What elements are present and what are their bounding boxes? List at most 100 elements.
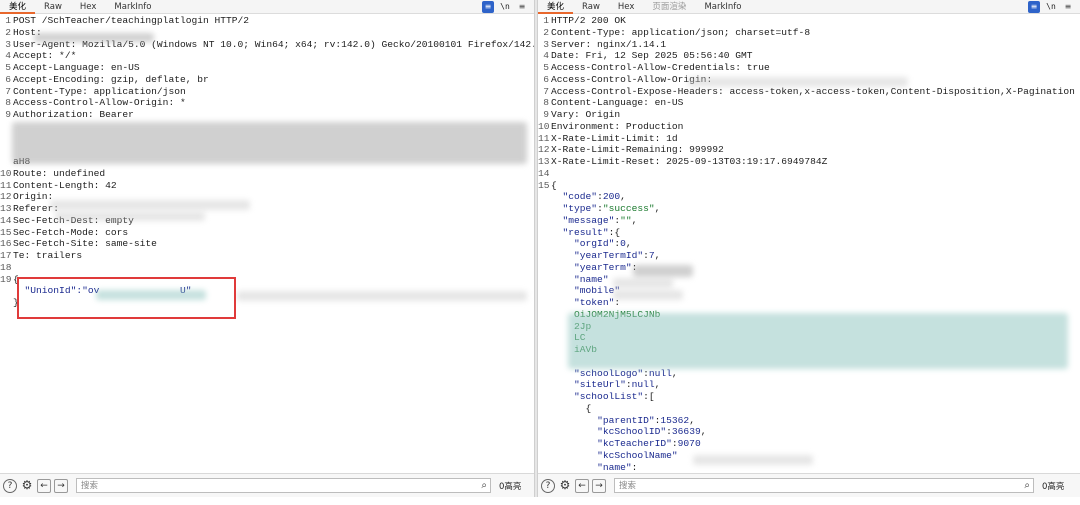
line-content: "yearTermId":7,: [551, 250, 660, 262]
line-content: "parentID":15362,: [551, 415, 695, 427]
code-line: {: [538, 403, 1080, 415]
json-value: {: [614, 226, 621, 238]
tab-hex[interactable]: Hex: [71, 0, 106, 14]
line-content: Access-Control-Expose-Headers: access-to…: [551, 86, 1075, 98]
line-number: 19: [0, 273, 12, 285]
line-content: Origin:: [13, 191, 53, 203]
json-value: "success": [602, 203, 655, 214]
json-key: "code": [562, 191, 598, 203]
line-content: X-Rate-Limit-Limit: 1d: [551, 133, 678, 145]
json-key: "schoolList": [574, 391, 644, 402]
line-number: 1: [543, 15, 549, 26]
newline-toggle-icon[interactable]: \n: [1045, 1, 1057, 13]
response-tabbar: 美化 Raw Hex 页面渲染 MarkInfo ≡ \n ≡: [538, 0, 1080, 14]
line-content: Authorization: Bearer: [13, 109, 134, 121]
tab-raw[interactable]: Raw: [573, 0, 609, 14]
newline-toggle-icon[interactable]: \n: [499, 1, 511, 13]
code-line: 15 Sec-Fetch-Mode: cors: [0, 227, 534, 239]
tab-hex[interactable]: Hex: [609, 0, 644, 14]
line-content: Content-Type: application/json: [13, 86, 186, 98]
help-icon[interactable]: ?: [3, 478, 17, 493]
union-id-highlight: [17, 277, 236, 319]
json-tail: ,: [654, 203, 661, 214]
code-line: 12 X-Rate-Limit-Remaining: 999992: [538, 144, 1080, 156]
code-line: 4 Date: Fri, 12 Sep 2025 05:56:40 GMT: [538, 50, 1080, 62]
line-number: 2: [543, 26, 549, 38]
menu-icon[interactable]: ≡: [1062, 1, 1074, 13]
json-key: "yearTerm": [574, 261, 632, 273]
menu-icon[interactable]: ≡: [516, 1, 528, 13]
json-tail: ,: [654, 379, 661, 391]
code-line: 5 Access-Control-Allow-Credentials: true: [538, 62, 1080, 74]
line-number: 15: [538, 179, 550, 191]
code-line: "kcSchoolID":36639,: [538, 426, 1080, 438]
line-number: 12: [0, 191, 12, 203]
json-value: "": [620, 214, 632, 226]
request-bottombar: ? ⚙ ← → ⌕ 0高亮: [0, 473, 534, 497]
request-search-input[interactable]: [77, 479, 490, 492]
tab-markinfo[interactable]: MarkInfo: [695, 0, 750, 14]
code-line: "parentID":15362,: [538, 415, 1080, 427]
line-content: "yearTerm":: [551, 262, 637, 274]
tab-beautify[interactable]: 美化: [538, 0, 574, 14]
word-wrap-icon[interactable]: ≡: [482, 1, 494, 13]
line-content: Content-Language: en-US: [551, 97, 683, 109]
code-line: "kcTeacherID":9070: [538, 438, 1080, 450]
forward-arrow-icon[interactable]: →: [54, 478, 68, 493]
line-number: 6: [543, 73, 549, 85]
line-text: Sec-Fetch-Site: same-site: [13, 238, 157, 250]
json-tail: ,: [631, 214, 638, 226]
code-line: 1 POST /SchTeacher/teachingplatlogin HTTP…: [0, 15, 534, 27]
line-content: Date: Fri, 12 Sep 2025 05:56:40 GMT: [551, 50, 753, 62]
response-search-input[interactable]: [615, 479, 1033, 492]
tab-page-render[interactable]: 页面渲染: [643, 0, 695, 14]
redaction-blur: [34, 33, 154, 42]
redaction-blur: [613, 290, 683, 300]
line-content: Sec-Fetch-Mode: cors: [13, 227, 128, 239]
json-key: "kcTeacherID": [597, 438, 672, 449]
response-search-box: ⌕: [614, 478, 1034, 493]
code-line: "yearTermId":7,: [538, 250, 1080, 262]
code-line: 17 Te: trailers: [0, 250, 534, 262]
back-arrow-icon[interactable]: ←: [575, 478, 589, 493]
json-key: "token": [574, 297, 615, 308]
line-number: 2: [5, 26, 11, 38]
response-pane: 美化 Raw Hex 页面渲染 MarkInfo ≡ \n ≡ 1 HTTP/2 …: [538, 0, 1080, 497]
json-value: 200: [602, 191, 621, 203]
code-line: "message":"",: [538, 215, 1080, 227]
line-content: Vary: Origin: [551, 109, 620, 121]
line-content: "type":"success",: [551, 203, 661, 215]
tab-raw[interactable]: Raw: [35, 0, 71, 14]
line-content: "kcSchoolID":36639,: [551, 426, 706, 438]
line-content: "result":{: [551, 226, 621, 239]
json-key: "parentID": [597, 414, 655, 426]
line-content: "name": [551, 274, 609, 286]
line-text: Accept-Encoding: gzip, deflate, br: [13, 73, 209, 85]
back-arrow-icon[interactable]: ←: [37, 478, 51, 493]
redaction-blur: [568, 313, 1068, 369]
code-line: "schoolList":[: [538, 391, 1080, 403]
forward-arrow-icon[interactable]: →: [592, 478, 606, 493]
line-content: "message":"",: [551, 214, 638, 227]
line-number: 10: [0, 167, 12, 179]
word-wrap-icon[interactable]: ≡: [1028, 1, 1040, 13]
editor-tools: ≡ \n ≡: [1028, 1, 1074, 13]
help-icon[interactable]: ?: [541, 478, 555, 493]
editor-tools: ≡ \n ≡: [482, 1, 528, 13]
request-editor[interactable]: 1 POST /SchTeacher/teachingplatlogin HTTP…: [0, 15, 534, 473]
line-text: Access-Control-Allow-Origin: *: [13, 97, 186, 109]
line-content: HTTP/2 200 OK: [551, 15, 626, 27]
tab-beautify[interactable]: 美化: [0, 0, 36, 14]
settings-icon[interactable]: ⚙: [20, 479, 34, 493]
line-text: Route: undefined: [13, 167, 106, 179]
tab-markinfo[interactable]: MarkInfo: [105, 0, 160, 14]
line-number: 7: [543, 85, 549, 97]
settings-icon[interactable]: ⚙: [558, 479, 572, 493]
search-icon[interactable]: ⌕: [1024, 480, 1030, 491]
search-icon[interactable]: ⌕: [481, 480, 487, 491]
line-text: X-Rate-Limit-Reset: 2025-09-13T03:19:17.…: [551, 156, 828, 167]
redaction-blur: [12, 122, 527, 164]
code-line: 8 Content-Language: en-US: [538, 97, 1080, 109]
line-content: "schoolLogo":null,: [551, 368, 678, 380]
code-line: 9 Vary: Origin: [538, 109, 1080, 121]
